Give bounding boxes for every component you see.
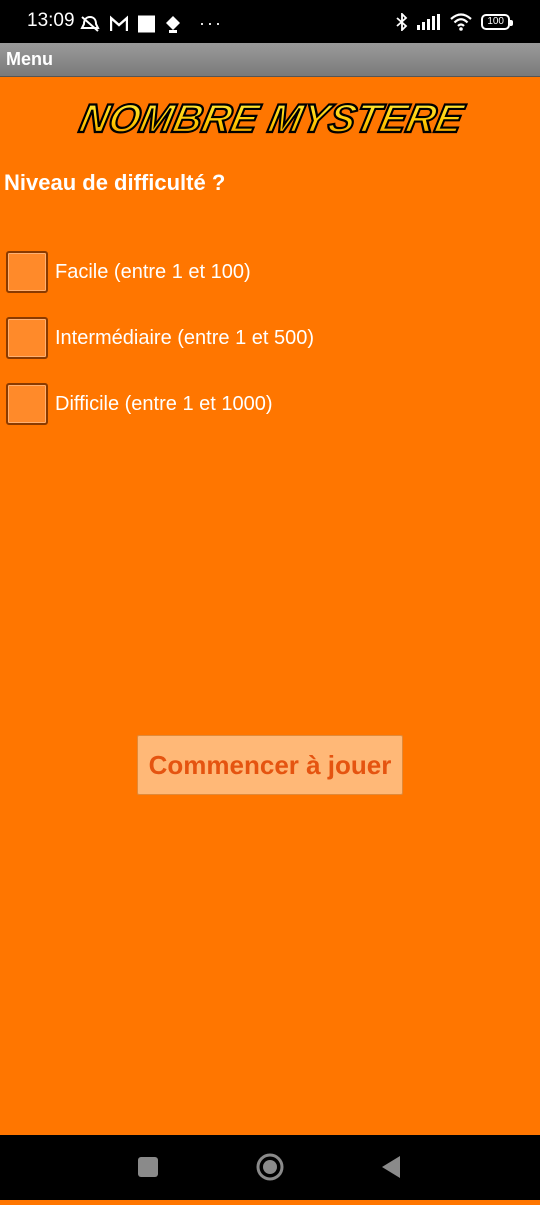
status-time: 13:09 [27, 10, 75, 31]
notification-icons: ··· [80, 13, 223, 34]
square-notification-icon [138, 15, 155, 32]
wifi-icon [450, 13, 473, 31]
system-icons: 100 [396, 13, 513, 31]
home-icon [256, 1153, 284, 1181]
recent-apps-button[interactable] [108, 1135, 188, 1200]
navigation-bar [0, 1135, 540, 1200]
signal-icon [417, 14, 441, 30]
option-intermediate-label: Intermédiaire (entre 1 et 500) [55, 326, 315, 349]
checkbox-easy[interactable] [6, 251, 48, 293]
option-intermediate[interactable]: Intermédiaire (entre 1 et 500) [6, 317, 314, 359]
bluetooth-icon [396, 13, 408, 31]
back-icon [382, 1156, 400, 1178]
option-hard-label: Difficile (entre 1 et 1000) [55, 392, 273, 415]
difficulty-question: Niveau de difficulté ? [4, 170, 226, 195]
logo-text: NOMBRE MYSTERE [76, 95, 469, 140]
battery-icon: 100 [481, 14, 513, 30]
recent-apps-icon [138, 1157, 158, 1177]
app-bar-title: Menu [6, 49, 53, 69]
checkbox-intermediate[interactable] [6, 317, 48, 359]
home-button[interactable] [230, 1135, 310, 1200]
gmail-icon [110, 15, 128, 31]
game-logo: NOMBRE MYSTERE [75, 94, 470, 142]
option-easy[interactable]: Facile (entre 1 et 100) [6, 251, 251, 293]
back-button[interactable] [352, 1135, 432, 1200]
more-notifications-icon: ··· [199, 13, 223, 33]
checkbox-hard[interactable] [6, 383, 48, 425]
muted-alarm-icon [80, 15, 100, 32]
status-bar: 13:09 ··· 100 [0, 0, 540, 43]
app-bar: Menu [0, 43, 540, 77]
option-easy-label: Facile (entre 1 et 100) [55, 260, 251, 283]
start-game-button[interactable]: Commencer à jouer [137, 735, 403, 795]
pen-icon [166, 15, 180, 33]
option-hard[interactable]: Difficile (entre 1 et 1000) [6, 383, 273, 425]
